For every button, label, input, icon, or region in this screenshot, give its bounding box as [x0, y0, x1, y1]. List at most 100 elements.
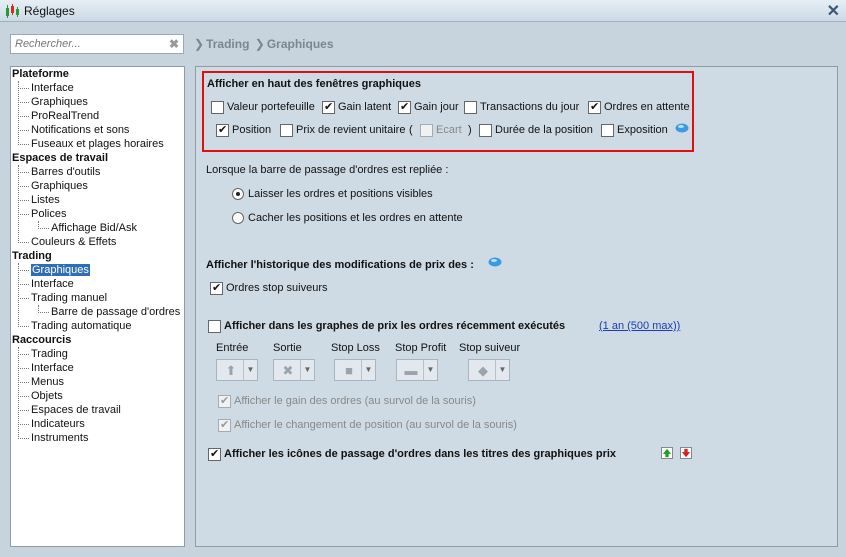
tree-item-label: Affichage Bid/Ask [51, 222, 138, 234]
history-heading: Afficher l'historique des modifications … [206, 259, 474, 271]
tree-category[interactable]: Trading [12, 249, 52, 263]
tree-item[interactable]: Notifications et sons [31, 123, 129, 137]
candlestick-icon [6, 4, 19, 18]
stop-loss-icon-dropdown[interactable]: ■ ▼ [334, 359, 376, 381]
tree-connector [18, 284, 29, 285]
tree-item[interactable]: Graphiques [31, 95, 88, 109]
section-heading: Afficher en haut des fenêtres graphiques [207, 78, 421, 90]
radio-label: Laisser les ordres et positions visibles [248, 188, 433, 200]
tree-connector [18, 165, 19, 243]
tree-item[interactable]: Menus [31, 375, 64, 389]
column-label: Stop Loss [331, 342, 380, 354]
tree-item[interactable]: Barres d'outils [31, 165, 100, 179]
tree-item-label: Fuseaux et plages horaires [31, 138, 164, 150]
help-bubble-icon[interactable] [488, 257, 502, 268]
tree-item[interactable]: Indicateurs [31, 417, 85, 431]
buy-arrow-icon [661, 447, 673, 459]
tree-item[interactable]: Affichage Bid/Ask [51, 221, 137, 235]
tree-item-label: Interface [31, 278, 74, 290]
chevron-right-icon: ❯ [194, 37, 205, 51]
help-bubble-icon[interactable] [675, 123, 689, 134]
checkbox-ordres-executes[interactable] [208, 320, 221, 333]
tree-item-label: Notifications et sons [31, 124, 130, 136]
checkbox-duree-position[interactable] [479, 124, 492, 137]
checkbox-label: Exposition [617, 124, 668, 136]
checkbox-gain-des-ordres[interactable] [218, 394, 231, 408]
tree-connector [18, 326, 29, 327]
stop-suiveur-icon-dropdown[interactable]: ◆ ▼ [468, 359, 510, 381]
checkbox-label: Afficher dans les graphes de prix les or… [224, 320, 566, 332]
checkbox-icones-titres[interactable] [208, 447, 221, 461]
settings-tree: Plateforme Interface Graphiques ProRealTren… [10, 66, 185, 547]
tree-connector [38, 221, 39, 229]
tree-item[interactable]: Graphiques [31, 263, 90, 277]
radio-cacher-positions[interactable] [232, 212, 244, 224]
sortie-icon-dropdown[interactable]: ✖ ▼ [273, 359, 315, 381]
checkbox-label: Transactions du jour [480, 101, 580, 113]
checkbox-ordres-stop-suiveurs[interactable] [210, 281, 223, 295]
checkbox-gain-latent[interactable] [322, 100, 335, 114]
search-input[interactable] [13, 36, 163, 52]
tree-connector [18, 368, 29, 369]
radio-laisser-visibles[interactable] [232, 188, 244, 200]
tree-item-label: Indicateurs [31, 418, 85, 430]
tree-item[interactable]: Fuseaux et plages horaires [31, 137, 164, 151]
chevron-down-icon: ▼ [243, 360, 257, 380]
tree-item-label: ProRealTrend [31, 110, 100, 122]
tree-item-label: Trading [31, 348, 68, 360]
checkbox-position[interactable] [216, 123, 229, 137]
history-range-link[interactable]: (1 an (500 max)) [599, 320, 680, 332]
tree-item[interactable]: Instruments [31, 431, 88, 445]
entree-icon-dropdown[interactable]: ⬆ ▼ [216, 359, 258, 381]
tree-item[interactable]: ProRealTrend [31, 109, 99, 123]
tree-connector [18, 242, 29, 243]
breadcrumb-item[interactable]: Trading [206, 37, 249, 51]
stop-profit-icon-dropdown[interactable]: ▬ ▼ [396, 359, 438, 381]
checkbox-label: Afficher le gain des ordres (au survol d… [234, 395, 476, 407]
tree-connector [18, 410, 29, 411]
tree-item[interactable]: Trading [31, 347, 68, 361]
tree-connector [18, 130, 29, 131]
tree-item[interactable]: Polices [31, 207, 66, 221]
tree-connector [18, 144, 29, 145]
tree-item[interactable]: Objets [31, 389, 63, 403]
checkbox-exposition[interactable] [601, 124, 614, 137]
diamond-icon: ◆ [478, 363, 488, 378]
tree-category[interactable]: Espaces de travail [12, 151, 108, 165]
tree-item-label: Interface [31, 362, 74, 374]
chevron-down-icon: ▼ [361, 360, 375, 380]
tree-item[interactable]: Graphiques [31, 179, 88, 193]
tree-item[interactable]: Trading automatique [31, 319, 132, 333]
tree-connector [18, 88, 29, 89]
clear-icon[interactable]: ✖ [169, 37, 179, 51]
tree-connector [18, 172, 29, 173]
column-label: Stop Profit [395, 342, 447, 354]
tree-item[interactable]: Couleurs & Effets [31, 235, 116, 249]
tree-item[interactable]: Barre de passage d'ordres [51, 305, 180, 319]
checkbox-valeur-portefeuille[interactable] [211, 101, 224, 114]
tree-item[interactable]: Trading manuel [31, 291, 107, 305]
checkbox-transactions-du-jour[interactable] [464, 101, 477, 114]
checkbox-gain-jour[interactable] [398, 100, 411, 114]
close-icon[interactable]: ✕ [827, 1, 840, 21]
search-field[interactable]: ✖ [10, 34, 184, 54]
breadcrumb-item[interactable]: Graphiques [267, 37, 334, 51]
tree-category[interactable]: Plateforme [12, 67, 69, 81]
tree-item-label: Trading manuel [31, 292, 108, 304]
tree-item-label: Menus [31, 376, 65, 388]
tree-item[interactable]: Interface [31, 277, 74, 291]
tree-item[interactable]: Interface [31, 81, 74, 95]
collapsed-label: Lorsque la barre de passage d'ordres est… [206, 164, 449, 176]
checkbox-ordres-en-attente[interactable] [588, 100, 601, 114]
tree-item[interactable]: Espaces de travail [31, 403, 121, 417]
checkbox-ecart[interactable] [420, 124, 433, 137]
breadcrumb: ❯ Trading ❯ Graphiques [194, 37, 336, 51]
tree-category[interactable]: Raccourcis [12, 333, 71, 347]
checkbox-label: Valeur portefeuille [227, 101, 315, 113]
checkbox-changement-position[interactable] [218, 418, 231, 432]
tree-item-label: Objets [31, 390, 63, 402]
tree-item[interactable]: Interface [31, 361, 74, 375]
checkbox-prix-de-revient[interactable] [280, 124, 293, 137]
tree-item[interactable]: Listes [31, 193, 60, 207]
tree-connector [18, 263, 19, 327]
